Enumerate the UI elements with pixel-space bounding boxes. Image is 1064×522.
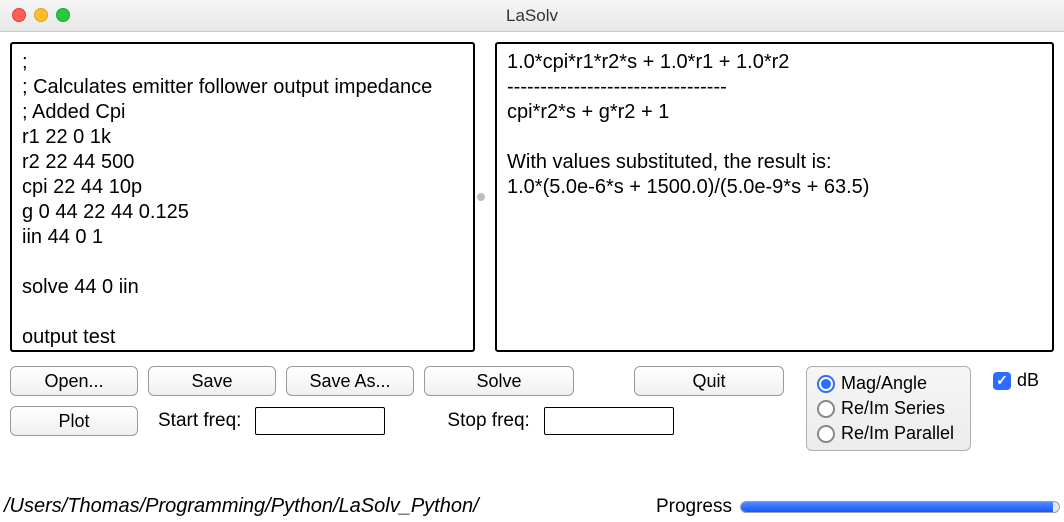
status-bar: /Users/Thomas/Programming/Python/LaSolv_… bbox=[4, 495, 1060, 518]
radio-label: Re/Im Series bbox=[841, 398, 945, 419]
radio-icon bbox=[817, 400, 835, 418]
db-checkbox-label: dB bbox=[1017, 370, 1039, 391]
titlebar: LaSolv bbox=[0, 0, 1064, 32]
progress-bar bbox=[740, 501, 1060, 513]
open-button[interactable]: Open... bbox=[10, 366, 138, 396]
window-controls bbox=[12, 8, 70, 22]
radio-mag-angle[interactable]: Mag/Angle bbox=[817, 373, 954, 394]
stop-freq-label: Stop freq: bbox=[447, 410, 529, 432]
status-path: /Users/Thomas/Programming/Python/LaSolv_… bbox=[4, 495, 479, 518]
save-button[interactable]: Save bbox=[148, 366, 276, 396]
zoom-window-button[interactable] bbox=[56, 8, 70, 22]
window-title: LaSolv bbox=[0, 6, 1064, 26]
output-viewer: 1.0*cpi*r1*r2*s + 1.0*r1 + 1.0*r2 ------… bbox=[495, 42, 1054, 352]
radio-label: Mag/Angle bbox=[841, 373, 927, 394]
check-icon: ✓ bbox=[993, 372, 1011, 390]
radio-reim-series[interactable]: Re/Im Series bbox=[817, 398, 954, 419]
radio-reim-parallel[interactable]: Re/Im Parallel bbox=[817, 423, 954, 444]
start-freq-label: Start freq: bbox=[158, 410, 241, 432]
minimize-window-button[interactable] bbox=[34, 8, 48, 22]
radio-icon bbox=[817, 375, 835, 393]
quit-button[interactable]: Quit bbox=[634, 366, 784, 396]
stop-freq-input[interactable] bbox=[544, 407, 674, 435]
progress-fill bbox=[741, 502, 1053, 512]
output-mode-group: Mag/Angle Re/Im Series Re/Im Parallel bbox=[806, 366, 971, 451]
save-as-button[interactable]: Save As... bbox=[286, 366, 414, 396]
close-window-button[interactable] bbox=[12, 8, 26, 22]
progress-label: Progress bbox=[656, 496, 732, 518]
input-editor[interactable]: ; ; Calculates emitter follower output i… bbox=[10, 42, 475, 352]
plot-button[interactable]: Plot bbox=[10, 406, 138, 436]
start-freq-input[interactable] bbox=[255, 407, 385, 435]
radio-icon bbox=[817, 425, 835, 443]
db-checkbox[interactable]: ✓ dB bbox=[993, 370, 1039, 391]
solve-button[interactable]: Solve bbox=[424, 366, 574, 396]
radio-label: Re/Im Parallel bbox=[841, 423, 954, 444]
